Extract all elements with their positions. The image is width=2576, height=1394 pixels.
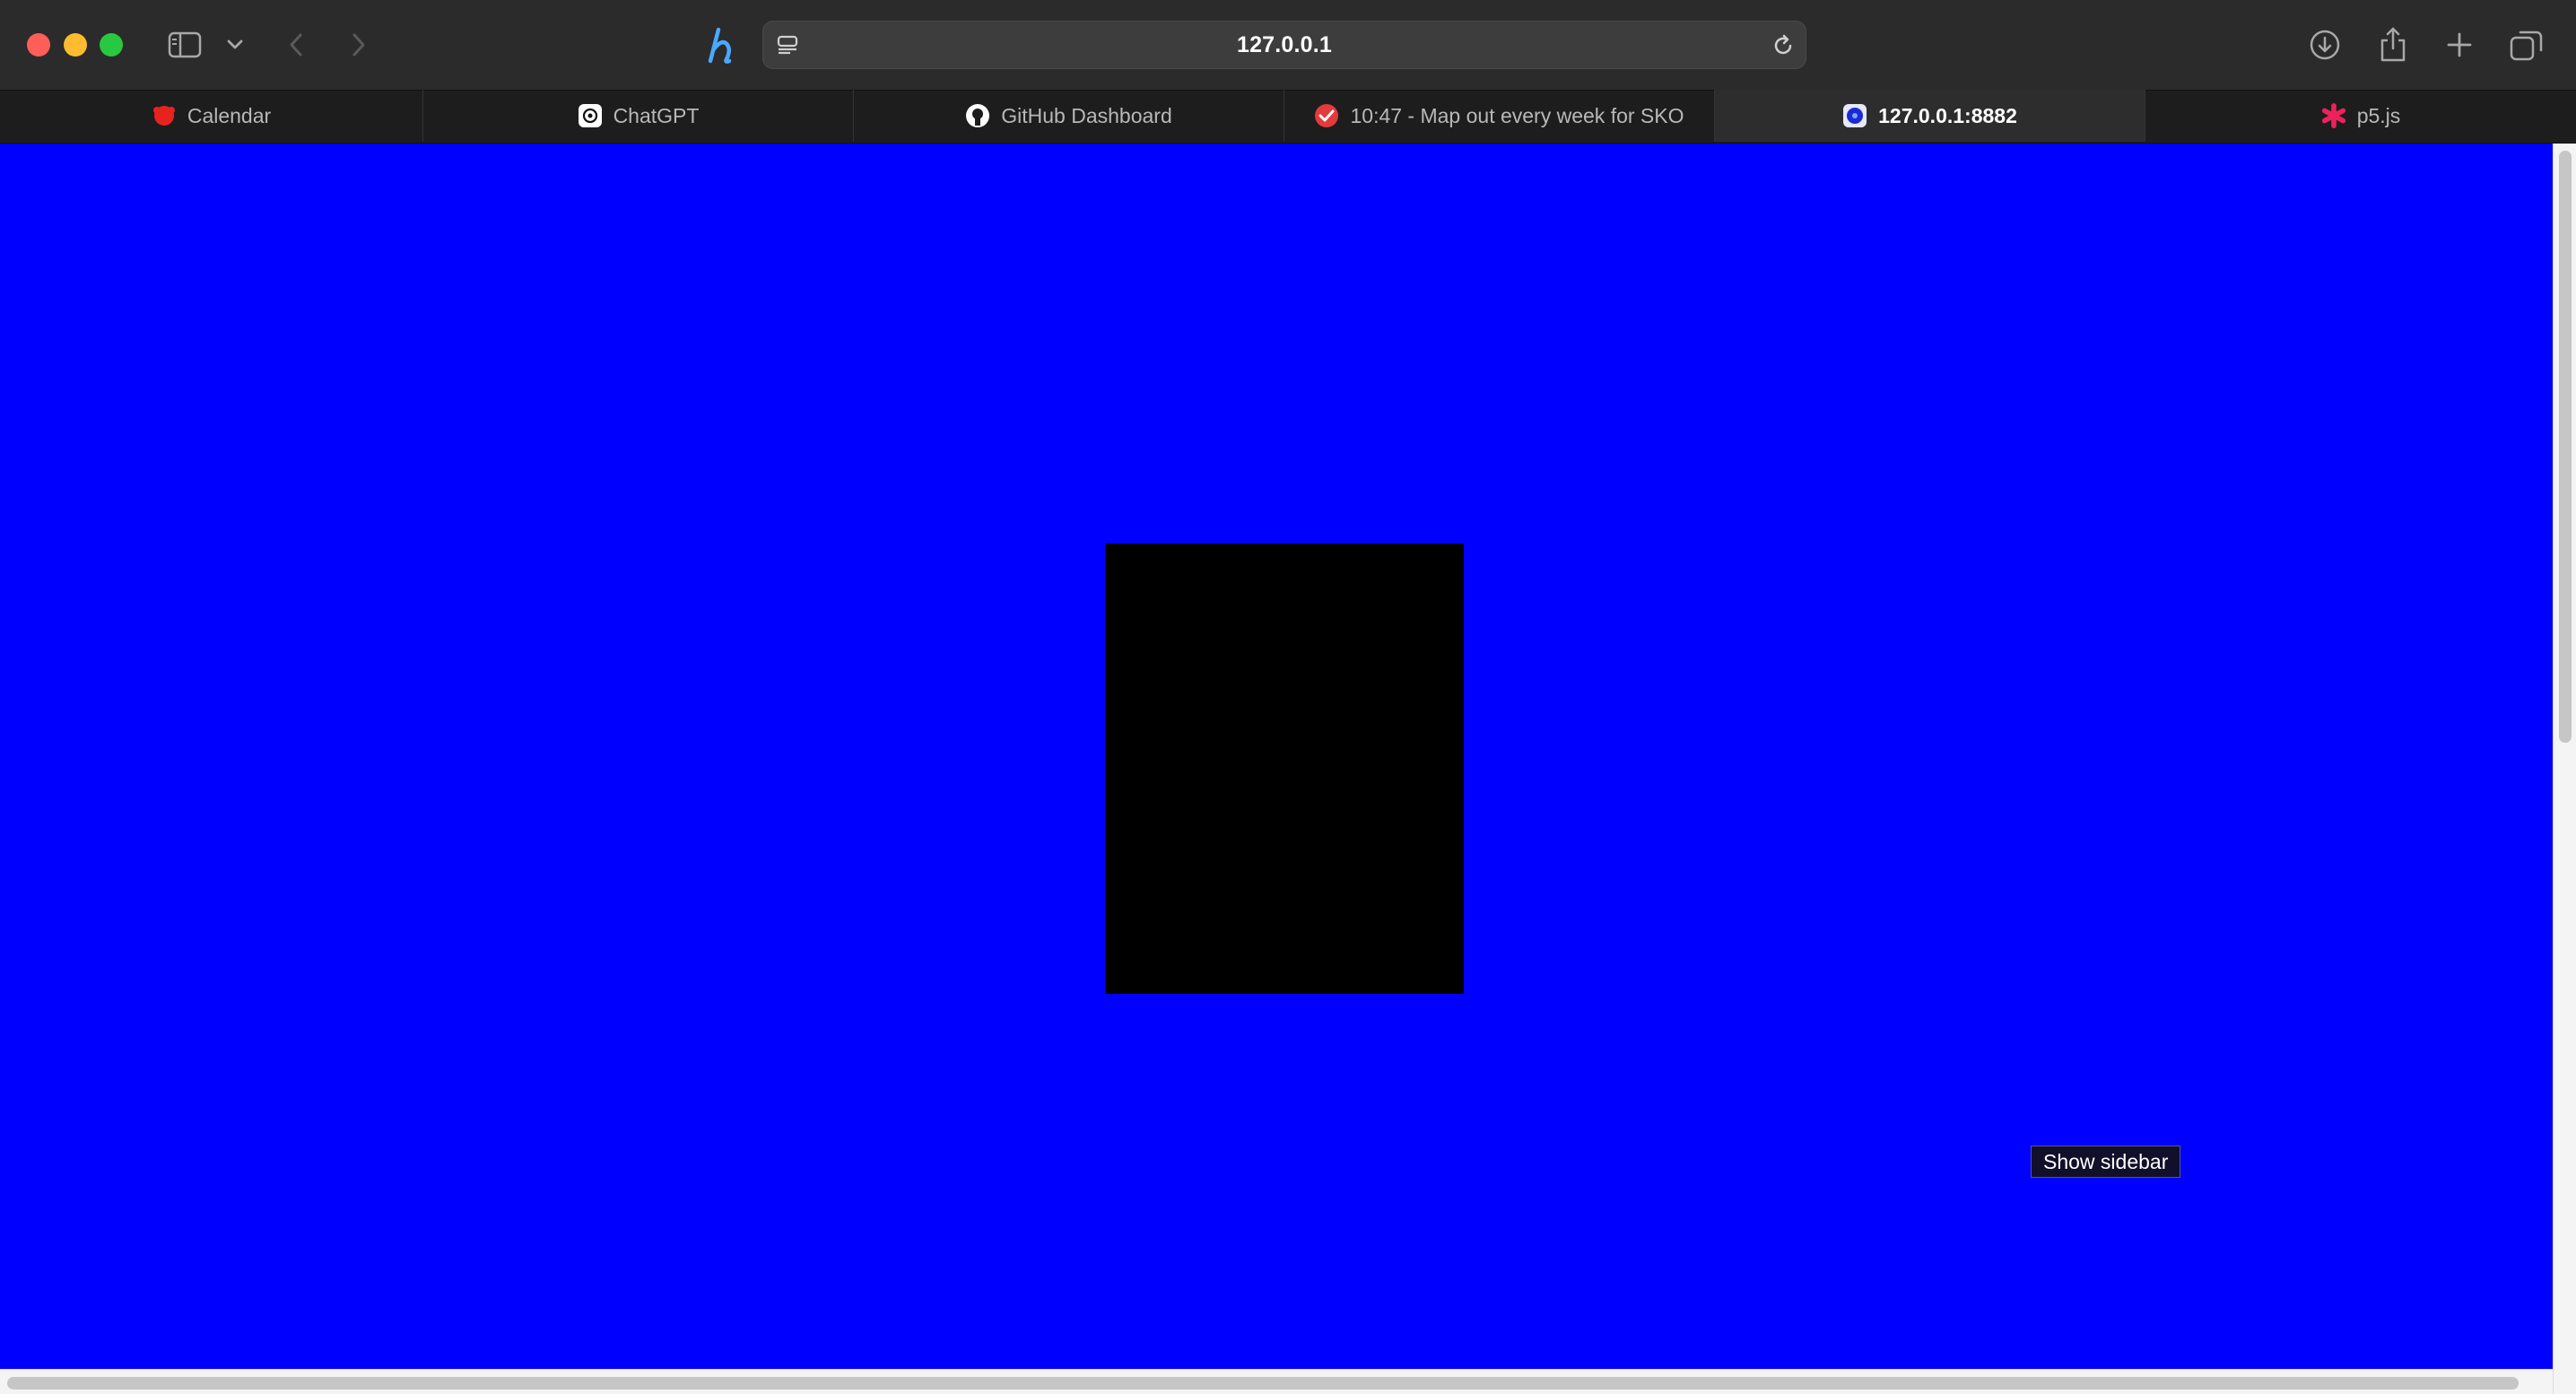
chatgpt-favicon-icon (578, 103, 603, 128)
tab-github-dashboard[interactable]: GitHub Dashboard (854, 90, 1284, 142)
vertical-scroll-thumb[interactable] (2559, 151, 2572, 743)
forward-arrow-icon[interactable] (346, 27, 371, 63)
github-favicon-icon (965, 103, 990, 128)
close-window-button[interactable] (27, 33, 50, 57)
tab-label: GitHub Dashboard (1001, 103, 1172, 127)
vertical-scrollbar[interactable] (2553, 144, 2576, 1394)
black-rectangle (1105, 544, 1464, 994)
tab-label: p5.js (2356, 103, 2401, 127)
honey-extension-icon[interactable] (701, 25, 739, 65)
horizontal-scrollbar[interactable] (0, 1369, 2553, 1394)
checkmark-favicon-icon (1314, 103, 1339, 128)
calendar-favicon-icon (152, 103, 177, 128)
minimize-window-button[interactable] (64, 33, 87, 57)
tab-label: ChatGPT (613, 103, 700, 127)
reload-icon[interactable] (1770, 32, 1797, 59)
show-sidebar-tooltip: Show sidebar (2031, 1146, 2181, 1178)
tab-label: 10:47 - Map out every week for SKO (1350, 103, 1684, 127)
browser-window: 127.0.0.1 Calendar ChatGPT GitHub Dashbo… (0, 0, 2576, 1394)
share-icon[interactable] (2375, 23, 2411, 65)
browser-toolbar: 127.0.0.1 (0, 0, 2576, 90)
p5js-favicon-icon (2321, 103, 2346, 128)
chevron-down-icon[interactable] (224, 34, 246, 56)
new-tab-icon[interactable] (2441, 27, 2477, 63)
address-bar[interactable]: 127.0.0.1 (762, 21, 1806, 69)
back-arrow-icon[interactable] (283, 27, 309, 63)
tab-chatgpt[interactable]: ChatGPT (423, 90, 854, 142)
local-server-favicon-icon (1842, 103, 1867, 128)
tab-map-out-week[interactable]: 10:47 - Map out every week for SKO (1284, 90, 1715, 142)
downloads-icon[interactable] (2307, 27, 2343, 63)
tab-label: Calendar (187, 103, 272, 127)
tab-calendar[interactable]: Calendar (0, 90, 423, 142)
tab-p5js[interactable]: p5.js (2145, 90, 2576, 142)
maximize-window-button[interactable] (100, 33, 123, 57)
tab-local-server[interactable]: 127.0.0.1:8882 (1715, 90, 2145, 142)
sidebar-toggle-icon[interactable] (167, 29, 203, 61)
page-content[interactable]: Show sidebar (0, 144, 2553, 1369)
tab-overview-icon[interactable] (2508, 27, 2546, 63)
address-text[interactable]: 127.0.0.1 (763, 22, 1806, 68)
tab-label: 127.0.0.1:8882 (1878, 103, 2017, 127)
horizontal-scroll-thumb[interactable] (7, 1377, 2519, 1390)
